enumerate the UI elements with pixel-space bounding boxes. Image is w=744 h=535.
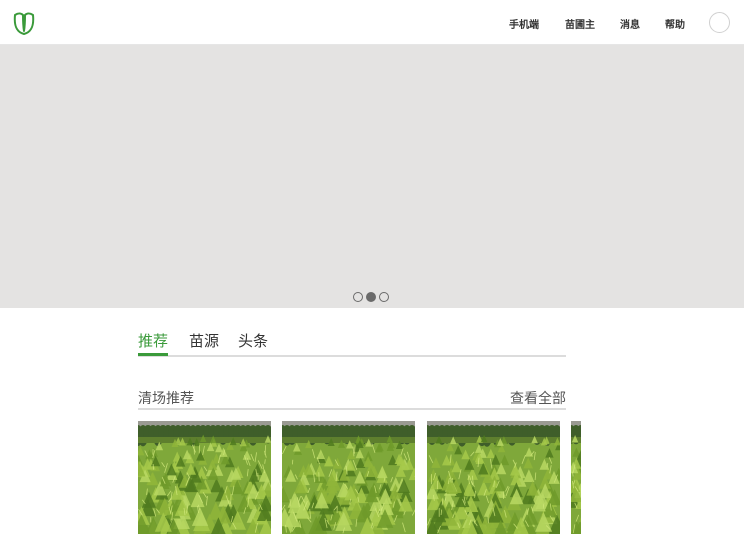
spruce-seedling-field-photo [282,421,415,534]
carousel-dot-1[interactable] [353,292,363,302]
nav-nursery-owner[interactable]: 苗圃主 [565,16,595,31]
tab-recommend[interactable]: 推荐 [138,330,169,356]
tab-seedling-source[interactable]: 苗源 [189,330,219,356]
top-header: 手机端 苗圃主 消息 帮助 [0,0,744,45]
banner-carousel[interactable] [0,45,744,308]
product-card[interactable] [427,421,560,534]
product-carousel [138,421,581,535]
carousel-indicators [353,292,389,302]
nav-messages[interactable]: 消息 [620,16,640,31]
spruce-seedling-field-photo [138,421,271,534]
content-tabs: 推荐 苗源 头条 [138,328,566,357]
nav-help[interactable]: 帮助 [665,16,685,31]
product-card[interactable] [571,421,581,534]
leaf-logo-icon[interactable] [13,11,35,35]
view-all-link[interactable]: 查看全部 [510,388,566,408]
carousel-dot-3[interactable] [379,292,389,302]
nav-mobile[interactable]: 手机端 [509,16,539,31]
tab-headlines[interactable]: 头条 [238,330,268,356]
product-card[interactable] [282,421,415,534]
carousel-dot-2[interactable] [366,292,376,302]
product-card[interactable] [138,421,271,534]
user-avatar[interactable] [709,12,730,33]
section-title: 清场推荐 [138,391,194,407]
section-header: 清场推荐 查看全部 [138,386,566,410]
spruce-seedling-field-photo [571,421,581,534]
spruce-seedling-field-photo [427,421,560,534]
